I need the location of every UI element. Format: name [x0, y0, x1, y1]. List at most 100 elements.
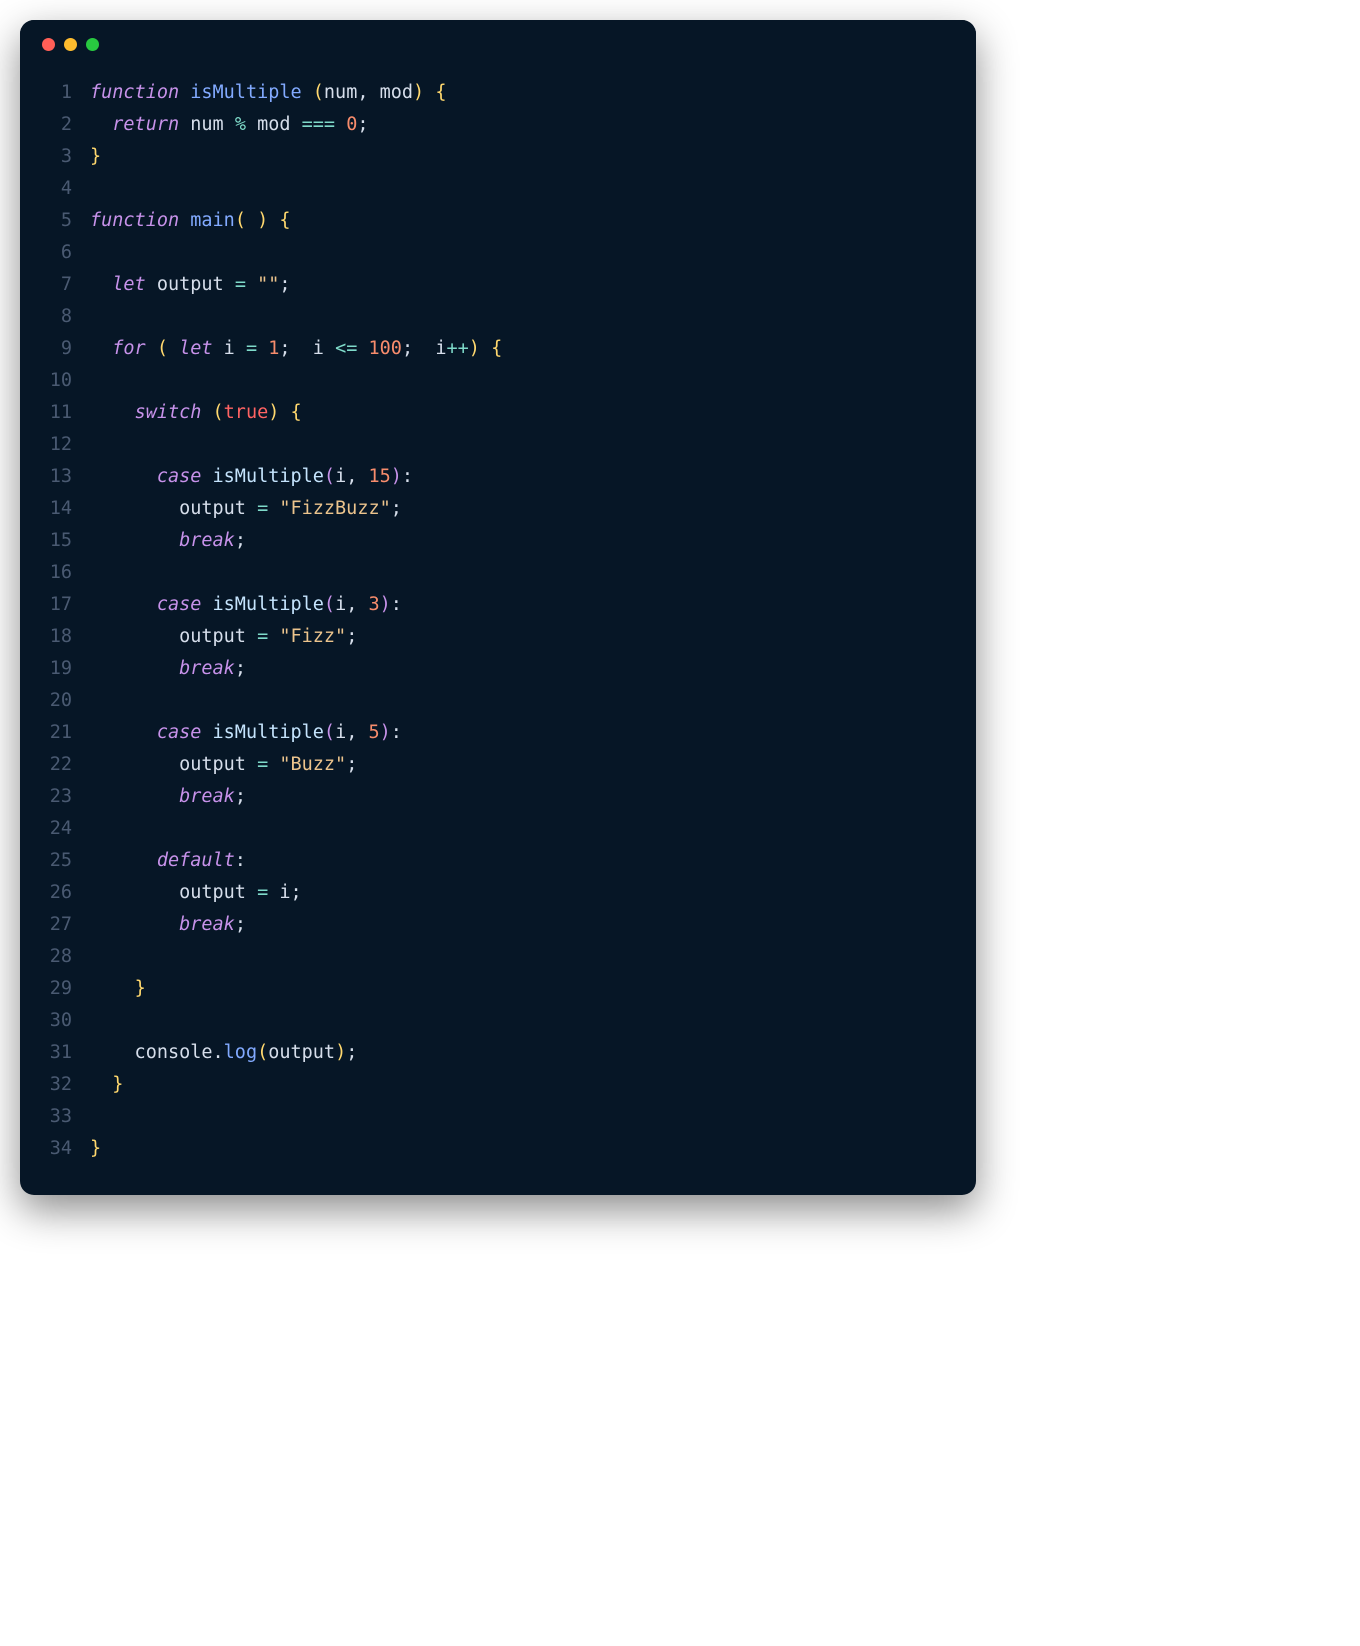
line-number: 17: [38, 589, 90, 621]
code-line: 4: [38, 173, 952, 205]
close-icon[interactable]: [42, 38, 55, 51]
code-line: 3}: [38, 141, 952, 173]
code-line: 34}: [38, 1133, 952, 1165]
code-line: 17 case isMultiple(i, 3):: [38, 589, 952, 621]
line-number: 12: [38, 429, 90, 461]
code-line: 32 }: [38, 1069, 952, 1101]
line-number: 6: [38, 237, 90, 269]
line-content: [90, 237, 952, 269]
line-content: break;: [90, 781, 952, 813]
line-number: 13: [38, 461, 90, 493]
minimize-icon[interactable]: [64, 38, 77, 51]
code-line: 16: [38, 557, 952, 589]
code-line: 22 output = "Buzz";: [38, 749, 952, 781]
code-line: 25 default:: [38, 845, 952, 877]
zoom-icon[interactable]: [86, 38, 99, 51]
code-line: 28: [38, 941, 952, 973]
line-content: switch (true) {: [90, 397, 952, 429]
line-content: let output = "";: [90, 269, 952, 301]
line-content: case isMultiple(i, 15):: [90, 461, 952, 493]
line-number: 23: [38, 781, 90, 813]
line-number: 33: [38, 1101, 90, 1133]
code-line: 1function isMultiple (num, mod) {: [38, 77, 952, 109]
code-line: 31 console.log(output);: [38, 1037, 952, 1069]
line-content: }: [90, 973, 952, 1005]
line-content: output = i;: [90, 877, 952, 909]
line-content: console.log(output);: [90, 1037, 952, 1069]
line-number: 5: [38, 205, 90, 237]
line-content: [90, 1005, 952, 1037]
line-number: 31: [38, 1037, 90, 1069]
code-line: 11 switch (true) {: [38, 397, 952, 429]
line-number: 16: [38, 557, 90, 589]
code-line: 23 break;: [38, 781, 952, 813]
code-line: 19 break;: [38, 653, 952, 685]
code-line: 33: [38, 1101, 952, 1133]
line-number: 2: [38, 109, 90, 141]
window-titlebar: [20, 20, 976, 57]
code-line: 12: [38, 429, 952, 461]
line-content: [90, 173, 952, 205]
code-line: 2 return num % mod === 0;: [38, 109, 952, 141]
code-line: 20: [38, 685, 952, 717]
line-number: 18: [38, 621, 90, 653]
line-number: 30: [38, 1005, 90, 1037]
line-number: 14: [38, 493, 90, 525]
line-number: 7: [38, 269, 90, 301]
code-line: 27 break;: [38, 909, 952, 941]
code-line: 15 break;: [38, 525, 952, 557]
line-content: [90, 941, 952, 973]
code-line: 21 case isMultiple(i, 5):: [38, 717, 952, 749]
code-line: 5function main( ) {: [38, 205, 952, 237]
line-content: break;: [90, 525, 952, 557]
line-content: break;: [90, 653, 952, 685]
line-number: 29: [38, 973, 90, 1005]
line-number: 22: [38, 749, 90, 781]
code-line: 10: [38, 365, 952, 397]
code-line: 14 output = "FizzBuzz";: [38, 493, 952, 525]
line-content: return num % mod === 0;: [90, 109, 952, 141]
line-number: 26: [38, 877, 90, 909]
line-number: 34: [38, 1133, 90, 1165]
line-content: [90, 1101, 952, 1133]
line-number: 25: [38, 845, 90, 877]
code-line: 8: [38, 301, 952, 333]
line-content: function isMultiple (num, mod) {: [90, 77, 952, 109]
line-number: 32: [38, 1069, 90, 1101]
code-line: 30: [38, 1005, 952, 1037]
line-number: 11: [38, 397, 90, 429]
line-content: output = "Buzz";: [90, 749, 952, 781]
line-number: 28: [38, 941, 90, 973]
line-content: }: [90, 1069, 952, 1101]
line-content: [90, 365, 952, 397]
code-line: 6: [38, 237, 952, 269]
code-line: 7 let output = "";: [38, 269, 952, 301]
line-content: case isMultiple(i, 5):: [90, 717, 952, 749]
line-content: [90, 429, 952, 461]
line-content: [90, 557, 952, 589]
line-number: 27: [38, 909, 90, 941]
line-content: for ( let i = 1; i <= 100; i++) {: [90, 333, 952, 365]
code-window: 1function isMultiple (num, mod) {2 retur…: [20, 20, 976, 1195]
line-number: 10: [38, 365, 90, 397]
code-line: 18 output = "Fizz";: [38, 621, 952, 653]
line-content: }: [90, 141, 952, 173]
code-editor: 1function isMultiple (num, mod) {2 retur…: [20, 57, 976, 1195]
line-number: 24: [38, 813, 90, 845]
code-line: 29 }: [38, 973, 952, 1005]
code-line: 24: [38, 813, 952, 845]
line-content: function main( ) {: [90, 205, 952, 237]
line-content: [90, 301, 952, 333]
line-content: default:: [90, 845, 952, 877]
code-line: 13 case isMultiple(i, 15):: [38, 461, 952, 493]
line-number: 9: [38, 333, 90, 365]
line-content: [90, 813, 952, 845]
line-number: 19: [38, 653, 90, 685]
line-number: 21: [38, 717, 90, 749]
line-number: 8: [38, 301, 90, 333]
line-content: }: [90, 1133, 952, 1165]
line-number: 3: [38, 141, 90, 173]
line-content: output = "Fizz";: [90, 621, 952, 653]
line-content: [90, 685, 952, 717]
line-content: break;: [90, 909, 952, 941]
